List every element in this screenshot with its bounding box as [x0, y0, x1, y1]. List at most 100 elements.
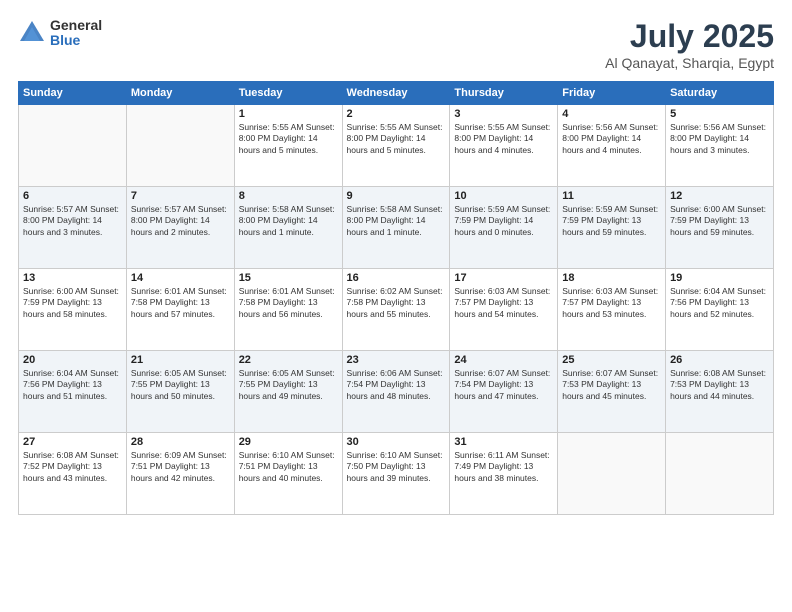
- col-thursday: Thursday: [450, 82, 558, 105]
- header-row: Sunday Monday Tuesday Wednesday Thursday…: [19, 82, 774, 105]
- day-number: 21: [131, 354, 230, 366]
- day-info: Sunrise: 5:56 AM Sunset: 8:00 PM Dayligh…: [562, 122, 661, 156]
- logo-icon: [18, 19, 46, 47]
- day-number: 22: [239, 354, 338, 366]
- logo: General Blue: [18, 18, 102, 49]
- table-row: 20Sunrise: 6:04 AM Sunset: 7:56 PM Dayli…: [19, 351, 127, 433]
- day-info: Sunrise: 6:04 AM Sunset: 7:56 PM Dayligh…: [670, 286, 769, 320]
- table-row: 1 Sunrise: 5:55 AM Sunset: 8:00 PM Daylig…: [234, 105, 342, 187]
- table-row: 30Sunrise: 6:10 AM Sunset: 7:50 PM Dayli…: [342, 433, 450, 515]
- day-number: 24: [454, 354, 553, 366]
- table-row: [666, 433, 774, 515]
- logo-general-text: General: [50, 18, 102, 33]
- table-row: 16Sunrise: 6:02 AM Sunset: 7:58 PM Dayli…: [342, 269, 450, 351]
- day-number: 8: [239, 190, 338, 202]
- day-info: Sunrise: 6:05 AM Sunset: 7:55 PM Dayligh…: [239, 368, 338, 402]
- day-info: Sunrise: 5:55 AM Sunset: 8:00 PM Dayligh…: [239, 122, 338, 156]
- table-row: 24Sunrise: 6:07 AM Sunset: 7:54 PM Dayli…: [450, 351, 558, 433]
- table-row: 9 Sunrise: 5:58 AM Sunset: 8:00 PM Daylig…: [342, 187, 450, 269]
- day-info: Sunrise: 6:05 AM Sunset: 7:55 PM Dayligh…: [131, 368, 230, 402]
- day-info: Sunrise: 5:55 AM Sunset: 8:00 PM Dayligh…: [454, 122, 553, 156]
- day-number: 26: [670, 354, 769, 366]
- table-row: 13Sunrise: 6:00 AM Sunset: 7:59 PM Dayli…: [19, 269, 127, 351]
- day-info: Sunrise: 6:00 AM Sunset: 7:59 PM Dayligh…: [23, 286, 122, 320]
- calendar-week-row: 20Sunrise: 6:04 AM Sunset: 7:56 PM Dayli…: [19, 351, 774, 433]
- day-info: Sunrise: 6:08 AM Sunset: 7:53 PM Dayligh…: [670, 368, 769, 402]
- table-row: 2 Sunrise: 5:55 AM Sunset: 8:00 PM Daylig…: [342, 105, 450, 187]
- table-row: 15Sunrise: 6:01 AM Sunset: 7:58 PM Dayli…: [234, 269, 342, 351]
- day-number: 25: [562, 354, 661, 366]
- calendar-header: Sunday Monday Tuesday Wednesday Thursday…: [19, 82, 774, 105]
- table-row: [19, 105, 127, 187]
- table-row: 5 Sunrise: 5:56 AM Sunset: 8:00 PM Daylig…: [666, 105, 774, 187]
- day-info: Sunrise: 6:01 AM Sunset: 7:58 PM Dayligh…: [131, 286, 230, 320]
- day-info: Sunrise: 5:57 AM Sunset: 8:00 PM Dayligh…: [131, 204, 230, 238]
- table-row: 27 Sunrise: 6:08 AM Sunset: 7:52 PM Dayli…: [19, 433, 127, 515]
- day-number: 16: [347, 272, 446, 284]
- table-row: 12 Sunrise: 6:00 AM Sunset: 7:59 PM Dayli…: [666, 187, 774, 269]
- day-number: 27: [23, 436, 122, 448]
- day-info: Sunrise: 5:58 AM Sunset: 8:00 PM Dayligh…: [347, 204, 446, 238]
- table-row: 19Sunrise: 6:04 AM Sunset: 7:56 PM Dayli…: [666, 269, 774, 351]
- day-info: Sunrise: 5:59 AM Sunset: 7:59 PM Dayligh…: [562, 204, 661, 238]
- table-row: 18Sunrise: 6:03 AM Sunset: 7:57 PM Dayli…: [558, 269, 666, 351]
- table-row: 25Sunrise: 6:07 AM Sunset: 7:53 PM Dayli…: [558, 351, 666, 433]
- table-row: 26 Sunrise: 6:08 AM Sunset: 7:53 PM Dayli…: [666, 351, 774, 433]
- day-info: Sunrise: 6:10 AM Sunset: 7:51 PM Dayligh…: [239, 450, 338, 484]
- day-number: 4: [562, 108, 661, 120]
- table-row: 31 Sunrise: 6:11 AM Sunset: 7:49 PM Dayli…: [450, 433, 558, 515]
- calendar-week-row: 13Sunrise: 6:00 AM Sunset: 7:59 PM Dayli…: [19, 269, 774, 351]
- day-info: Sunrise: 5:57 AM Sunset: 8:00 PM Dayligh…: [23, 204, 122, 238]
- table-row: 10Sunrise: 5:59 AM Sunset: 7:59 PM Dayli…: [450, 187, 558, 269]
- calendar-week-row: 1 Sunrise: 5:55 AM Sunset: 8:00 PM Daylig…: [19, 105, 774, 187]
- day-number: 29: [239, 436, 338, 448]
- day-info: Sunrise: 6:10 AM Sunset: 7:50 PM Dayligh…: [347, 450, 446, 484]
- table-row: 14Sunrise: 6:01 AM Sunset: 7:58 PM Dayli…: [126, 269, 234, 351]
- day-info: Sunrise: 5:56 AM Sunset: 8:00 PM Dayligh…: [670, 122, 769, 156]
- day-number: 20: [23, 354, 122, 366]
- table-row: 8Sunrise: 5:58 AM Sunset: 8:00 PM Daylig…: [234, 187, 342, 269]
- col-friday: Friday: [558, 82, 666, 105]
- col-tuesday: Tuesday: [234, 82, 342, 105]
- header: General Blue July 2025 Al Qanayat, Sharq…: [18, 18, 774, 71]
- day-info: Sunrise: 6:03 AM Sunset: 7:57 PM Dayligh…: [454, 286, 553, 320]
- col-wednesday: Wednesday: [342, 82, 450, 105]
- day-info: Sunrise: 6:11 AM Sunset: 7:49 PM Dayligh…: [454, 450, 553, 484]
- day-info: Sunrise: 5:59 AM Sunset: 7:59 PM Dayligh…: [454, 204, 553, 238]
- day-number: 9: [347, 190, 446, 202]
- title-month: July 2025: [605, 18, 774, 55]
- day-info: Sunrise: 6:06 AM Sunset: 7:54 PM Dayligh…: [347, 368, 446, 402]
- calendar: Sunday Monday Tuesday Wednesday Thursday…: [18, 81, 774, 515]
- table-row: 17Sunrise: 6:03 AM Sunset: 7:57 PM Dayli…: [450, 269, 558, 351]
- day-info: Sunrise: 6:09 AM Sunset: 7:51 PM Dayligh…: [131, 450, 230, 484]
- logo-text: General Blue: [50, 18, 102, 49]
- calendar-week-row: 27 Sunrise: 6:08 AM Sunset: 7:52 PM Dayli…: [19, 433, 774, 515]
- day-number: 5: [670, 108, 769, 120]
- day-number: 18: [562, 272, 661, 284]
- day-number: 12: [670, 190, 769, 202]
- day-number: 23: [347, 354, 446, 366]
- col-monday: Monday: [126, 82, 234, 105]
- page: General Blue July 2025 Al Qanayat, Sharq…: [0, 0, 792, 612]
- col-saturday: Saturday: [666, 82, 774, 105]
- table-row: 22 Sunrise: 6:05 AM Sunset: 7:55 PM Dayli…: [234, 351, 342, 433]
- day-number: 15: [239, 272, 338, 284]
- table-row: 23 Sunrise: 6:06 AM Sunset: 7:54 PM Dayli…: [342, 351, 450, 433]
- day-number: 3: [454, 108, 553, 120]
- calendar-week-row: 6 Sunrise: 5:57 AM Sunset: 8:00 PM Daylig…: [19, 187, 774, 269]
- day-info: Sunrise: 6:08 AM Sunset: 7:52 PM Dayligh…: [23, 450, 122, 484]
- day-number: 28: [131, 436, 230, 448]
- day-number: 31: [454, 436, 553, 448]
- col-sunday: Sunday: [19, 82, 127, 105]
- day-number: 6: [23, 190, 122, 202]
- day-number: 2: [347, 108, 446, 120]
- table-row: 7 Sunrise: 5:57 AM Sunset: 8:00 PM Daylig…: [126, 187, 234, 269]
- day-number: 7: [131, 190, 230, 202]
- day-info: Sunrise: 5:55 AM Sunset: 8:00 PM Dayligh…: [347, 122, 446, 156]
- day-number: 1: [239, 108, 338, 120]
- title-location: Al Qanayat, Sharqia, Egypt: [605, 55, 774, 71]
- day-info: Sunrise: 6:00 AM Sunset: 7:59 PM Dayligh…: [670, 204, 769, 238]
- calendar-body: 1 Sunrise: 5:55 AM Sunset: 8:00 PM Daylig…: [19, 105, 774, 515]
- table-row: [558, 433, 666, 515]
- logo-blue-text: Blue: [50, 33, 102, 48]
